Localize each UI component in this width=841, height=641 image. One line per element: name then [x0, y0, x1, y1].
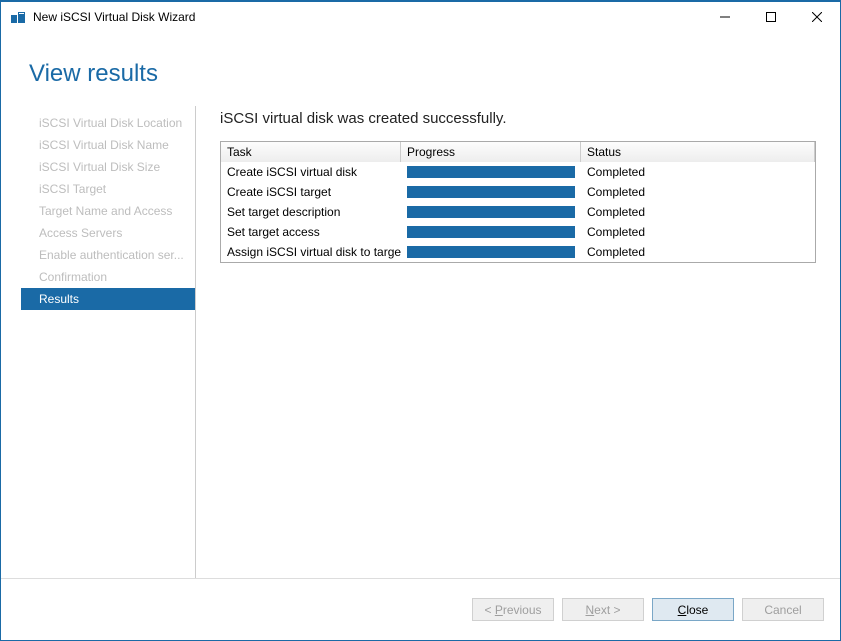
sidebar-item-3: iSCSI Target — [21, 178, 195, 200]
results-panel: iSCSI virtual disk was created successfu… — [196, 106, 840, 578]
wizard-footer: < Previous Next > Close Cancel — [1, 578, 840, 640]
window-title: New iSCSI Virtual Disk Wizard — [33, 10, 195, 24]
cell-status: Completed — [581, 244, 815, 260]
titlebar: New iSCSI Virtual Disk Wizard — [1, 2, 840, 32]
cell-status: Completed — [581, 224, 815, 240]
cell-progress — [401, 225, 581, 239]
previous-button: < Previous — [472, 598, 554, 621]
cell-status: Completed — [581, 164, 815, 180]
table-body: Create iSCSI virtual diskCompletedCreate… — [221, 162, 815, 262]
table-header: Task Progress Status — [221, 142, 815, 162]
sidebar-item-5: Access Servers — [21, 222, 195, 244]
progress-bar — [407, 206, 575, 218]
minimize-button[interactable] — [702, 2, 748, 32]
cell-status: Completed — [581, 184, 815, 200]
window-controls — [702, 2, 840, 32]
close-window-button[interactable] — [794, 2, 840, 32]
page-title: View results — [29, 60, 840, 88]
cell-progress — [401, 205, 581, 219]
cell-task: Create iSCSI virtual disk — [221, 164, 401, 180]
cell-task: Create iSCSI target — [221, 184, 401, 200]
maximize-button[interactable] — [748, 2, 794, 32]
sidebar-item-4: Target Name and Access — [21, 200, 195, 222]
sidebar-item-1: iSCSI Virtual Disk Name — [21, 134, 195, 156]
sidebar-item-8[interactable]: Results — [21, 288, 195, 310]
sidebar-item-7: Confirmation — [21, 266, 195, 288]
table-row[interactable]: Create iSCSI target Completed — [221, 182, 815, 202]
results-subtitle: iSCSI virtual disk was created successfu… — [220, 106, 816, 141]
cell-progress — [401, 165, 581, 179]
cell-task: Assign iSCSI virtual disk to target — [221, 244, 401, 260]
main: View results iSCSI Virtual Disk Location… — [1, 32, 840, 640]
table-row[interactable]: Set target description Completed — [221, 202, 815, 222]
cell-task: Set target description — [221, 204, 401, 220]
sidebar-item-2: iSCSI Virtual Disk Size — [21, 156, 195, 178]
col-status[interactable]: Status — [581, 142, 815, 162]
col-progress[interactable]: Progress — [401, 142, 581, 162]
cell-progress — [401, 245, 581, 259]
close-button[interactable]: Close — [652, 598, 734, 621]
progress-bar — [407, 186, 575, 198]
results-table: Task Progress Status Create iSCSI virtua… — [220, 141, 816, 263]
cell-progress — [401, 185, 581, 199]
table-row[interactable]: Set target access Completed — [221, 222, 815, 242]
col-task[interactable]: Task — [221, 142, 401, 162]
progress-bar — [407, 166, 575, 178]
cancel-button: Cancel — [742, 598, 824, 621]
sidebar-item-6: Enable authentication ser... — [21, 244, 195, 266]
wizard-sidebar: iSCSI Virtual Disk LocationiSCSI Virtual… — [21, 106, 196, 578]
sidebar-item-0: iSCSI Virtual Disk Location — [21, 112, 195, 134]
app-icon — [9, 8, 27, 26]
progress-bar — [407, 246, 575, 258]
cell-status: Completed — [581, 204, 815, 220]
header: View results — [1, 32, 840, 106]
cell-task: Set target access — [221, 224, 401, 240]
table-row[interactable]: Create iSCSI virtual disk Completed — [221, 162, 815, 182]
progress-bar — [407, 226, 575, 238]
next-button: Next > — [562, 598, 644, 621]
table-row[interactable]: Assign iSCSI virtual disk to target Compl… — [221, 242, 815, 262]
content: iSCSI Virtual Disk LocationiSCSI Virtual… — [1, 106, 840, 578]
